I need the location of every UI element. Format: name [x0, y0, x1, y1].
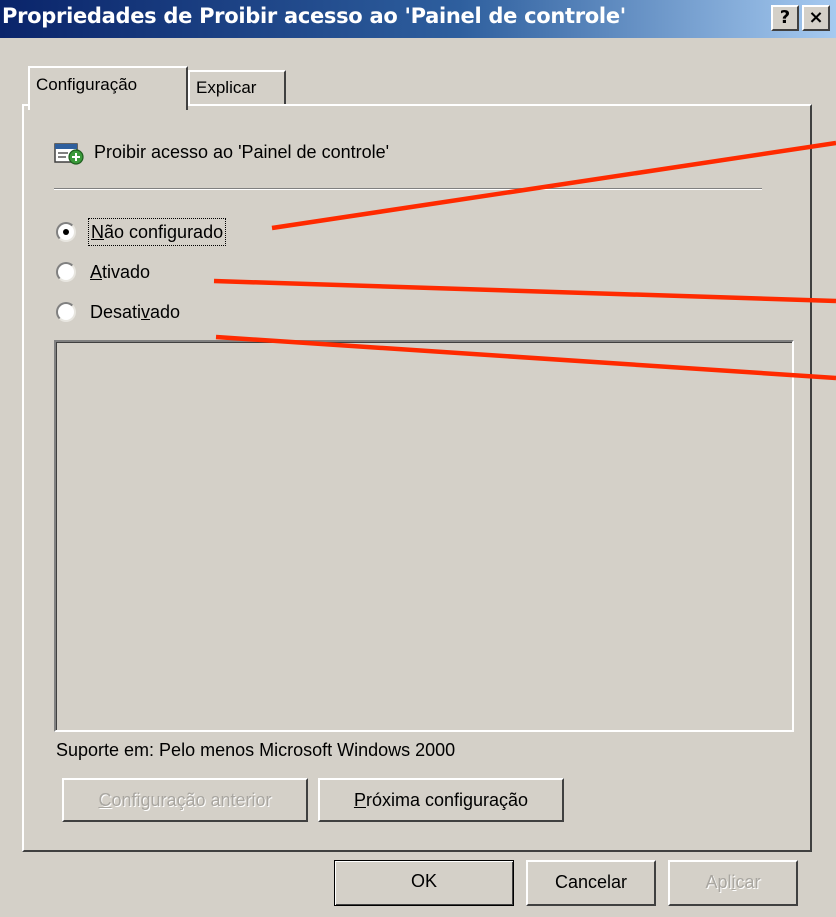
cancel-button[interactable]: Cancelar — [526, 860, 656, 906]
radio-button[interactable] — [56, 262, 76, 282]
ok-button[interactable]: OK — [334, 860, 514, 906]
tab-configuration[interactable]: Configuração — [28, 66, 188, 110]
previous-setting-button[interactable]: Configuração anterior — [62, 778, 308, 822]
radio-label-disabled: Desativado — [90, 302, 181, 322]
radio-selected-dot — [63, 229, 69, 235]
tab-explain[interactable]: Explicar — [188, 70, 286, 104]
window-title: Propriedades de Proibir acesso ao 'Paine… — [2, 4, 626, 28]
policy-settings-icon — [54, 143, 84, 165]
support-label: Suporte em: Pelo menos Microsoft Windows… — [56, 740, 456, 760]
properties-dialog: Propriedades de Proibir acesso ao 'Paine… — [0, 0, 836, 917]
radio-label-not-configured: Não configurado — [88, 218, 227, 246]
separator-line — [54, 188, 762, 190]
next-setting-button[interactable]: Próxima configuração — [318, 778, 564, 822]
radio-button-selected[interactable] — [56, 222, 76, 242]
help-button[interactable]: ? — [771, 5, 799, 31]
policy-name-label: Proibir acesso ao 'Painel de controle' — [94, 142, 390, 162]
radio-label-enabled: Ativado — [90, 262, 151, 282]
title-bar[interactable]: Propriedades de Proibir acesso ao 'Paine… — [0, 0, 836, 38]
apply-button[interactable]: Aplicar — [668, 860, 798, 906]
radio-button[interactable] — [56, 302, 76, 322]
close-button[interactable]: × — [802, 5, 830, 31]
comment-area[interactable] — [54, 340, 794, 732]
screenshot-stage: Propriedades de Proibir acesso ao 'Paine… — [0, 0, 836, 917]
